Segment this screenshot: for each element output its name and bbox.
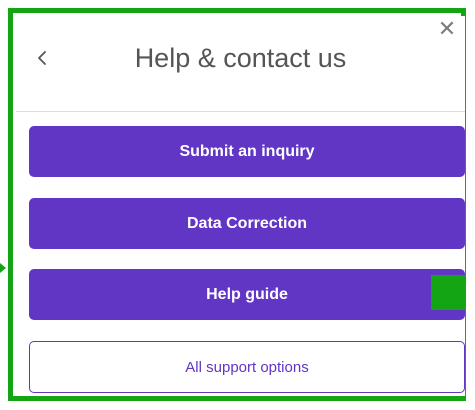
header-divider <box>16 111 465 112</box>
data-correction-button[interactable]: Data Correction <box>29 198 465 249</box>
page-title: Help & contact us <box>134 43 347 73</box>
help-guide-button[interactable]: Help guide <box>29 269 465 320</box>
canvas: ✕ Help & contact us Submit an inquiry Da… <box>0 0 475 410</box>
submit-inquiry-button[interactable]: Submit an inquiry <box>29 126 465 177</box>
help-contact-panel: ✕ Help & contact us Submit an inquiry Da… <box>16 16 465 396</box>
pointer-arrow-icon <box>0 263 6 273</box>
all-support-options-button[interactable]: All support options <box>29 341 465 393</box>
highlight-marker <box>431 275 465 310</box>
close-icon: ✕ <box>437 17 457 42</box>
